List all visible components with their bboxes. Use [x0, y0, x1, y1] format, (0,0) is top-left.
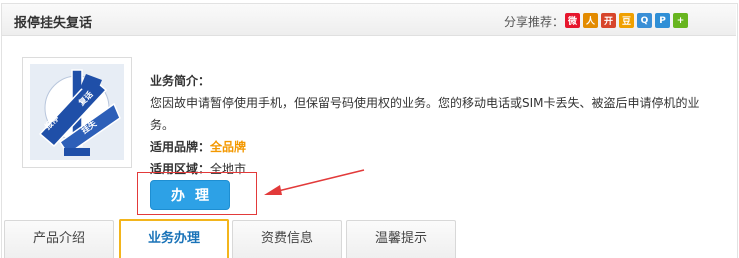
- sina-weibo-icon[interactable]: 微: [565, 13, 580, 28]
- pengyou-icon[interactable]: P: [655, 13, 670, 28]
- annotation-arrow-icon: [264, 169, 365, 195]
- product-info: 业务简介： 您因故申请暂停使用手机，但保留号码使用权的业务。您的移动电话或SIM…: [150, 70, 730, 180]
- page-title: 报停挂失复话: [14, 16, 93, 31]
- douban-icon[interactable]: 豆: [619, 13, 634, 28]
- share-icons: 微人开豆 Q P +: [565, 13, 688, 28]
- tab-fee-info[interactable]: 资费信息: [232, 220, 342, 258]
- brand-row: 适用品牌：全品牌: [150, 136, 730, 158]
- kaixin-icon[interactable]: 开: [601, 13, 616, 28]
- header-bar: 报停挂失复话 分享推荐： 微人开豆 Q P +: [2, 4, 736, 36]
- share-label: 分享推荐：: [504, 15, 565, 29]
- business-page: 报停挂失复话 分享推荐： 微人开豆 Q P + 复话 报停 挂失 业务简介： 您因故申…: [0, 0, 739, 258]
- intro-row: 业务简介：: [150, 70, 730, 92]
- renren-icon[interactable]: 人: [583, 13, 598, 28]
- report-stop-logo-icon: 复话 报停 挂失: [30, 64, 124, 160]
- intro-label: 业务简介：: [150, 74, 211, 88]
- qq-zone-icon[interactable]: Q: [637, 13, 652, 28]
- product-thumbnail: 复话 报停 挂失: [22, 57, 132, 168]
- intro-text: 您因故申请暂停使用手机，但保留号码使用权的业务。您的移动电话或SIM卡丢失、被盗…: [150, 96, 700, 132]
- tab-business-handle[interactable]: 业务办理: [119, 219, 229, 258]
- more-share-icon[interactable]: +: [673, 13, 688, 28]
- brand-value: 全品牌: [210, 140, 247, 154]
- tab-tips[interactable]: 温馨提示: [346, 220, 456, 258]
- tab-bar: 产品介绍 业务办理 资费信息 温馨提示: [4, 219, 739, 258]
- tab-product-intro[interactable]: 产品介绍: [4, 220, 114, 258]
- handle-button[interactable]: 办理: [150, 180, 230, 210]
- brand-label: 适用品牌：: [150, 140, 211, 154]
